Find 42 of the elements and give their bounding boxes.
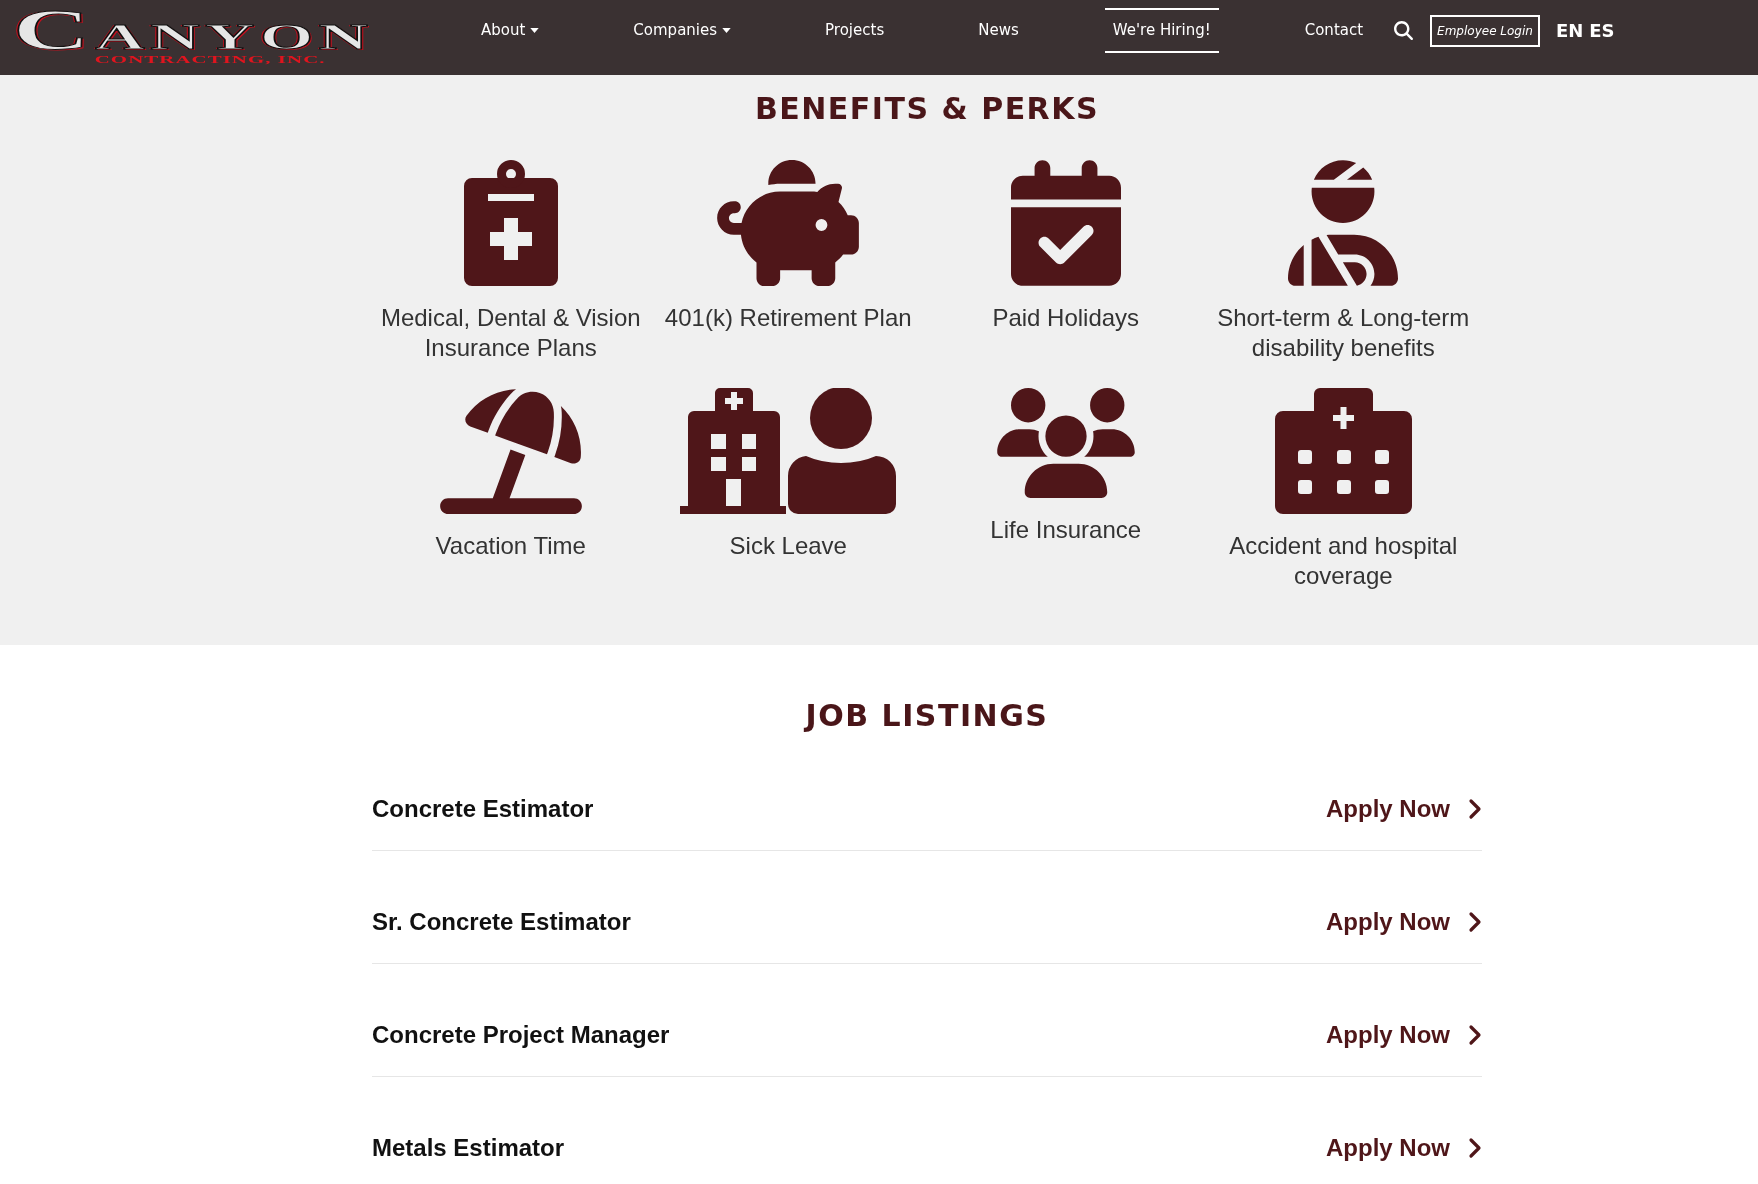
nav-link[interactable]: We're Hiring! bbox=[1104, 8, 1219, 53]
chevron-right-icon bbox=[1468, 798, 1482, 820]
job-title: Concrete Estimator bbox=[372, 795, 594, 823]
hospital-person-icon bbox=[680, 388, 897, 514]
job-title: Sr. Concrete Estimator bbox=[372, 908, 631, 936]
apply-now-link[interactable]: Apply Now bbox=[1326, 1134, 1482, 1162]
section-heading: BENEFITS & PERKS bbox=[753, 90, 1101, 128]
chevron-right-icon bbox=[1468, 1137, 1482, 1159]
caret-icon bbox=[722, 28, 732, 33]
caret-icon bbox=[530, 28, 540, 33]
medical-clipboard-icon bbox=[463, 160, 558, 286]
calendar-check-icon bbox=[1010, 160, 1121, 286]
language-link[interactable]: ES bbox=[1589, 19, 1615, 42]
nav-link[interactable]: Contact bbox=[1296, 8, 1372, 53]
section-heading: JOB LISTINGS bbox=[802, 697, 1050, 735]
injured-person-icon bbox=[1288, 160, 1399, 286]
benefit-label: Accident and hospital coverage bbox=[1228, 531, 1459, 591]
logo-tagline: CONTRACTING, INC. bbox=[94, 53, 326, 66]
benefit-label: Paid Holidays bbox=[992, 303, 1140, 333]
language-link[interactable]: EN bbox=[1555, 19, 1584, 42]
chevron-right-icon bbox=[1468, 911, 1482, 933]
benefit-label: 401(k) Retirement Plan bbox=[664, 303, 912, 333]
employee-login-button[interactable]: Employee Login bbox=[1430, 14, 1540, 47]
benefit-label: Sick Leave bbox=[729, 531, 847, 561]
piggy-bank-icon bbox=[717, 160, 860, 286]
hospital-icon bbox=[1274, 388, 1412, 514]
nav-link[interactable]: Projects bbox=[817, 8, 893, 53]
benefit-label: Medical, Dental & Vision Insurance Plans bbox=[379, 303, 642, 363]
nav-link[interactable]: About bbox=[473, 8, 548, 53]
benefit-label: Short-term & Long-term disability benefits bbox=[1216, 303, 1471, 363]
benefit-label: Life Insurance bbox=[990, 515, 1142, 545]
apply-now-link[interactable]: Apply Now bbox=[1326, 795, 1482, 823]
search-icon[interactable] bbox=[1394, 21, 1414, 40]
chevron-right-icon bbox=[1468, 1024, 1482, 1046]
nav-link[interactable]: Companies bbox=[625, 8, 740, 53]
logo-wordmark[interactable]: CANYON bbox=[13, 7, 374, 53]
apply-now-link[interactable]: Apply Now bbox=[1326, 1021, 1482, 1049]
apply-now-link[interactable]: Apply Now bbox=[1326, 908, 1482, 936]
nav-link[interactable]: News bbox=[970, 8, 1027, 53]
job-title: Metals Estimator bbox=[372, 1134, 565, 1162]
job-title: Concrete Project Manager bbox=[372, 1021, 670, 1049]
benefit-label: Vacation Time bbox=[435, 531, 586, 561]
